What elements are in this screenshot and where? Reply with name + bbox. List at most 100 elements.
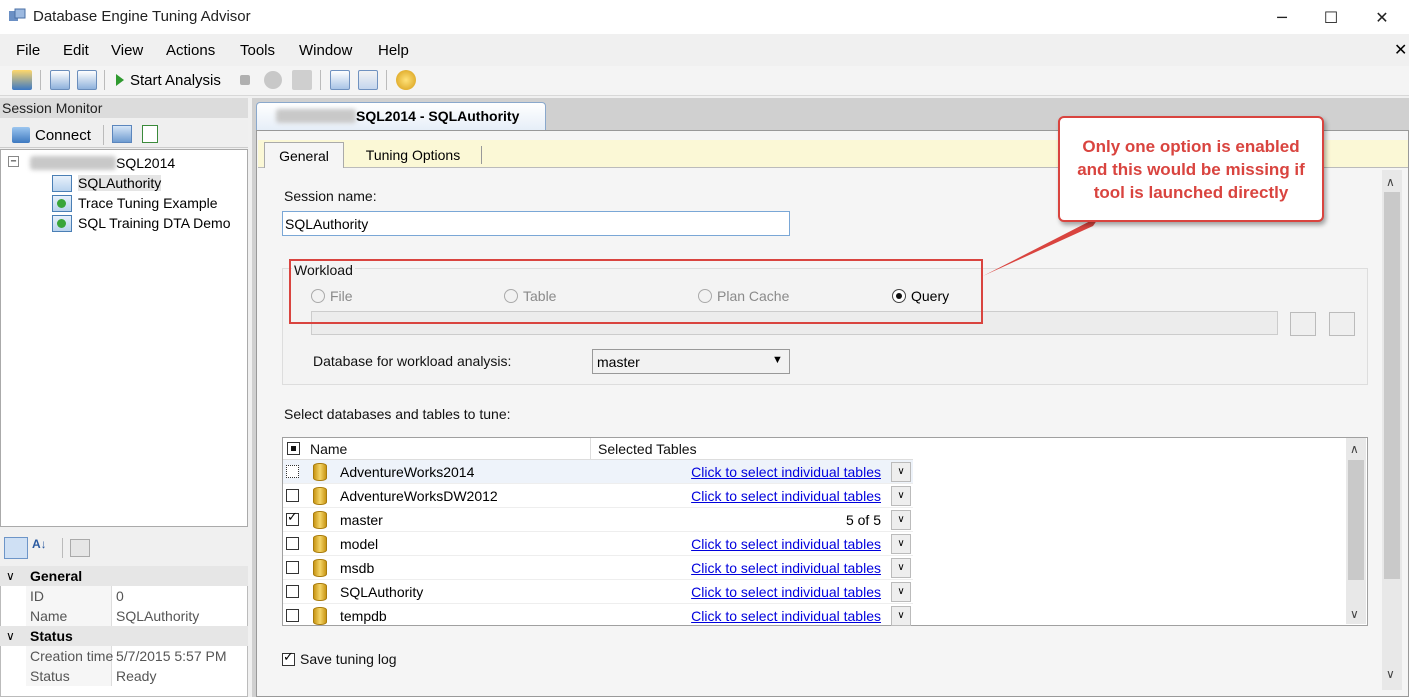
session-name-input[interactable] [282, 211, 790, 236]
row-checkbox[interactable] [286, 585, 299, 598]
recommendations-icon[interactable] [292, 70, 312, 90]
table-row[interactable]: tempdb Click to select individual tables… [283, 604, 913, 626]
scrollbar-thumb[interactable] [1384, 192, 1400, 579]
select-tables-link[interactable]: Click to select individual tables [691, 464, 881, 480]
session-label: SQL Training DTA Demo [78, 215, 231, 231]
open-session-icon[interactable] [50, 70, 70, 90]
toolbar-separator [62, 538, 63, 558]
property-row[interactable]: ID 0 [0, 586, 248, 606]
property-row[interactable]: Creation time 5/7/2015 5:57 PM [0, 646, 248, 666]
row-checkbox-checked[interactable] [286, 510, 299, 526]
row-checkbox[interactable] [286, 489, 299, 502]
chevron-down-icon[interactable]: ∨ [891, 582, 911, 602]
property-row[interactable]: Status Ready [0, 666, 248, 686]
minimize-button[interactable]: ─ [1258, 0, 1306, 34]
workload-highlight-box [289, 259, 983, 324]
col-header-name[interactable]: Name [310, 441, 347, 457]
property-pages-icon[interactable] [70, 539, 90, 557]
categorized-icon[interactable] [4, 537, 28, 559]
row-checkbox[interactable] [286, 561, 299, 574]
db-workload-select[interactable]: master [592, 349, 790, 374]
session-icon [52, 174, 72, 192]
table-row[interactable]: AdventureWorks2014 Click to select indiv… [283, 460, 913, 484]
table-row[interactable]: model Click to select individual tables … [283, 532, 913, 556]
col-header-selected-tables[interactable]: Selected Tables [598, 441, 697, 457]
chevron-down-icon[interactable]: ∨ [891, 534, 911, 554]
database-icon [313, 487, 327, 505]
toolbar-separator [320, 70, 321, 90]
tree-item-session[interactable]: Trace Tuning Example [52, 193, 218, 213]
binoculars-icon[interactable] [1290, 312, 1316, 336]
mdi-close-button[interactable]: ✕ [1394, 40, 1407, 59]
menu-view[interactable]: View [111, 42, 143, 59]
close-button[interactable]: ✕ [1358, 0, 1406, 34]
table-row[interactable]: AdventureWorksDW2012 Click to select ind… [283, 484, 913, 508]
wizard-icon[interactable] [358, 70, 378, 90]
row-checkbox[interactable] [286, 609, 299, 622]
server-name: SQL2014 [116, 155, 176, 171]
save-tuning-log-checkbox[interactable]: Save tuning log [282, 650, 397, 667]
options-icon[interactable] [330, 70, 350, 90]
property-name: Status [30, 668, 70, 684]
help-icon[interactable] [396, 70, 416, 90]
category-status[interactable]: ∨ Status [0, 626, 248, 646]
refresh-icon[interactable] [142, 125, 158, 143]
new-session-icon[interactable] [12, 70, 32, 90]
database-name: tempdb [340, 608, 387, 624]
select-databases-label: Select databases and tables to tune: [284, 406, 511, 422]
cancel-icon[interactable] [264, 71, 282, 89]
save-session-icon[interactable] [77, 70, 97, 90]
menu-help[interactable]: Help [378, 42, 409, 59]
chevron-down-icon[interactable]: ∨ [891, 486, 911, 506]
table-row[interactable]: SQLAuthority Click to select individual … [283, 580, 913, 604]
table-row[interactable]: master 5 of 5 ∨ [283, 508, 913, 532]
select-tables-link[interactable]: Click to select individual tables [691, 560, 881, 576]
chevron-down-icon[interactable]: ∨ [891, 558, 911, 578]
select-tables-link[interactable]: Click to select individual tables [691, 584, 881, 600]
chevron-down-icon[interactable]: ∨ [891, 510, 911, 530]
select-all-checkbox[interactable] [287, 442, 300, 455]
tree-item-session[interactable]: SQLAuthority [52, 173, 162, 193]
menu-actions[interactable]: Actions [166, 42, 215, 59]
alphabetical-icon[interactable]: A↓ [32, 537, 56, 559]
disconnect-icon[interactable] [112, 125, 132, 143]
scroll-down-icon[interactable]: ∨ [1386, 667, 1395, 681]
property-name: ID [30, 588, 44, 604]
menu-edit[interactable]: Edit [63, 42, 89, 59]
server-node[interactable]: SQL2014 [30, 153, 175, 173]
menu-file[interactable]: File [16, 42, 40, 59]
collapse-icon[interactable]: − [8, 156, 19, 167]
chevron-down-icon[interactable]: ∨ [891, 462, 911, 482]
connect-button[interactable]: Connect [12, 125, 91, 145]
tree-item-session[interactable]: SQL Training DTA Demo [52, 213, 231, 233]
row-checkbox[interactable] [286, 465, 299, 478]
scrollbar-thumb[interactable] [1348, 460, 1364, 580]
scroll-down-icon[interactable]: ∨ [1350, 607, 1359, 621]
session-monitor-title: Session Monitor [0, 98, 248, 118]
database-name: model [340, 536, 379, 552]
select-tables-link[interactable]: Click to select individual tables [691, 536, 881, 552]
chevron-down-icon[interactable]: ∨ [891, 606, 911, 626]
select-tables-link[interactable]: Click to select individual tables [691, 608, 881, 624]
stop-icon[interactable] [240, 75, 250, 85]
start-analysis-button[interactable]: Start Analysis [116, 70, 221, 90]
category-general[interactable]: ∨ General [0, 566, 248, 586]
scroll-up-icon[interactable]: ∧ [1386, 175, 1395, 189]
toolbar-separator [104, 70, 105, 90]
property-row[interactable]: Name SQLAuthority [0, 606, 248, 626]
tab-general[interactable]: General [264, 142, 344, 168]
menu-tools[interactable]: Tools [240, 42, 275, 59]
table-row[interactable]: msdb Click to select individual tables ∨ [283, 556, 913, 580]
database-name: master [340, 512, 383, 528]
property-value: Ready [116, 668, 157, 684]
select-tables-link[interactable]: Click to select individual tables [691, 488, 881, 504]
scroll-up-icon[interactable]: ∧ [1350, 442, 1359, 456]
menu-window[interactable]: Window [299, 42, 352, 59]
tab-tuning-options[interactable]: Tuning Options [350, 142, 476, 168]
maximize-button[interactable]: ☐ [1307, 0, 1355, 34]
chevron-down-icon: ∨ [6, 569, 15, 583]
row-checkbox[interactable] [286, 537, 299, 550]
browse-icon[interactable] [1329, 312, 1355, 336]
session-name-label: Session name: [284, 188, 377, 204]
database-name: SQLAuthority [340, 584, 424, 600]
